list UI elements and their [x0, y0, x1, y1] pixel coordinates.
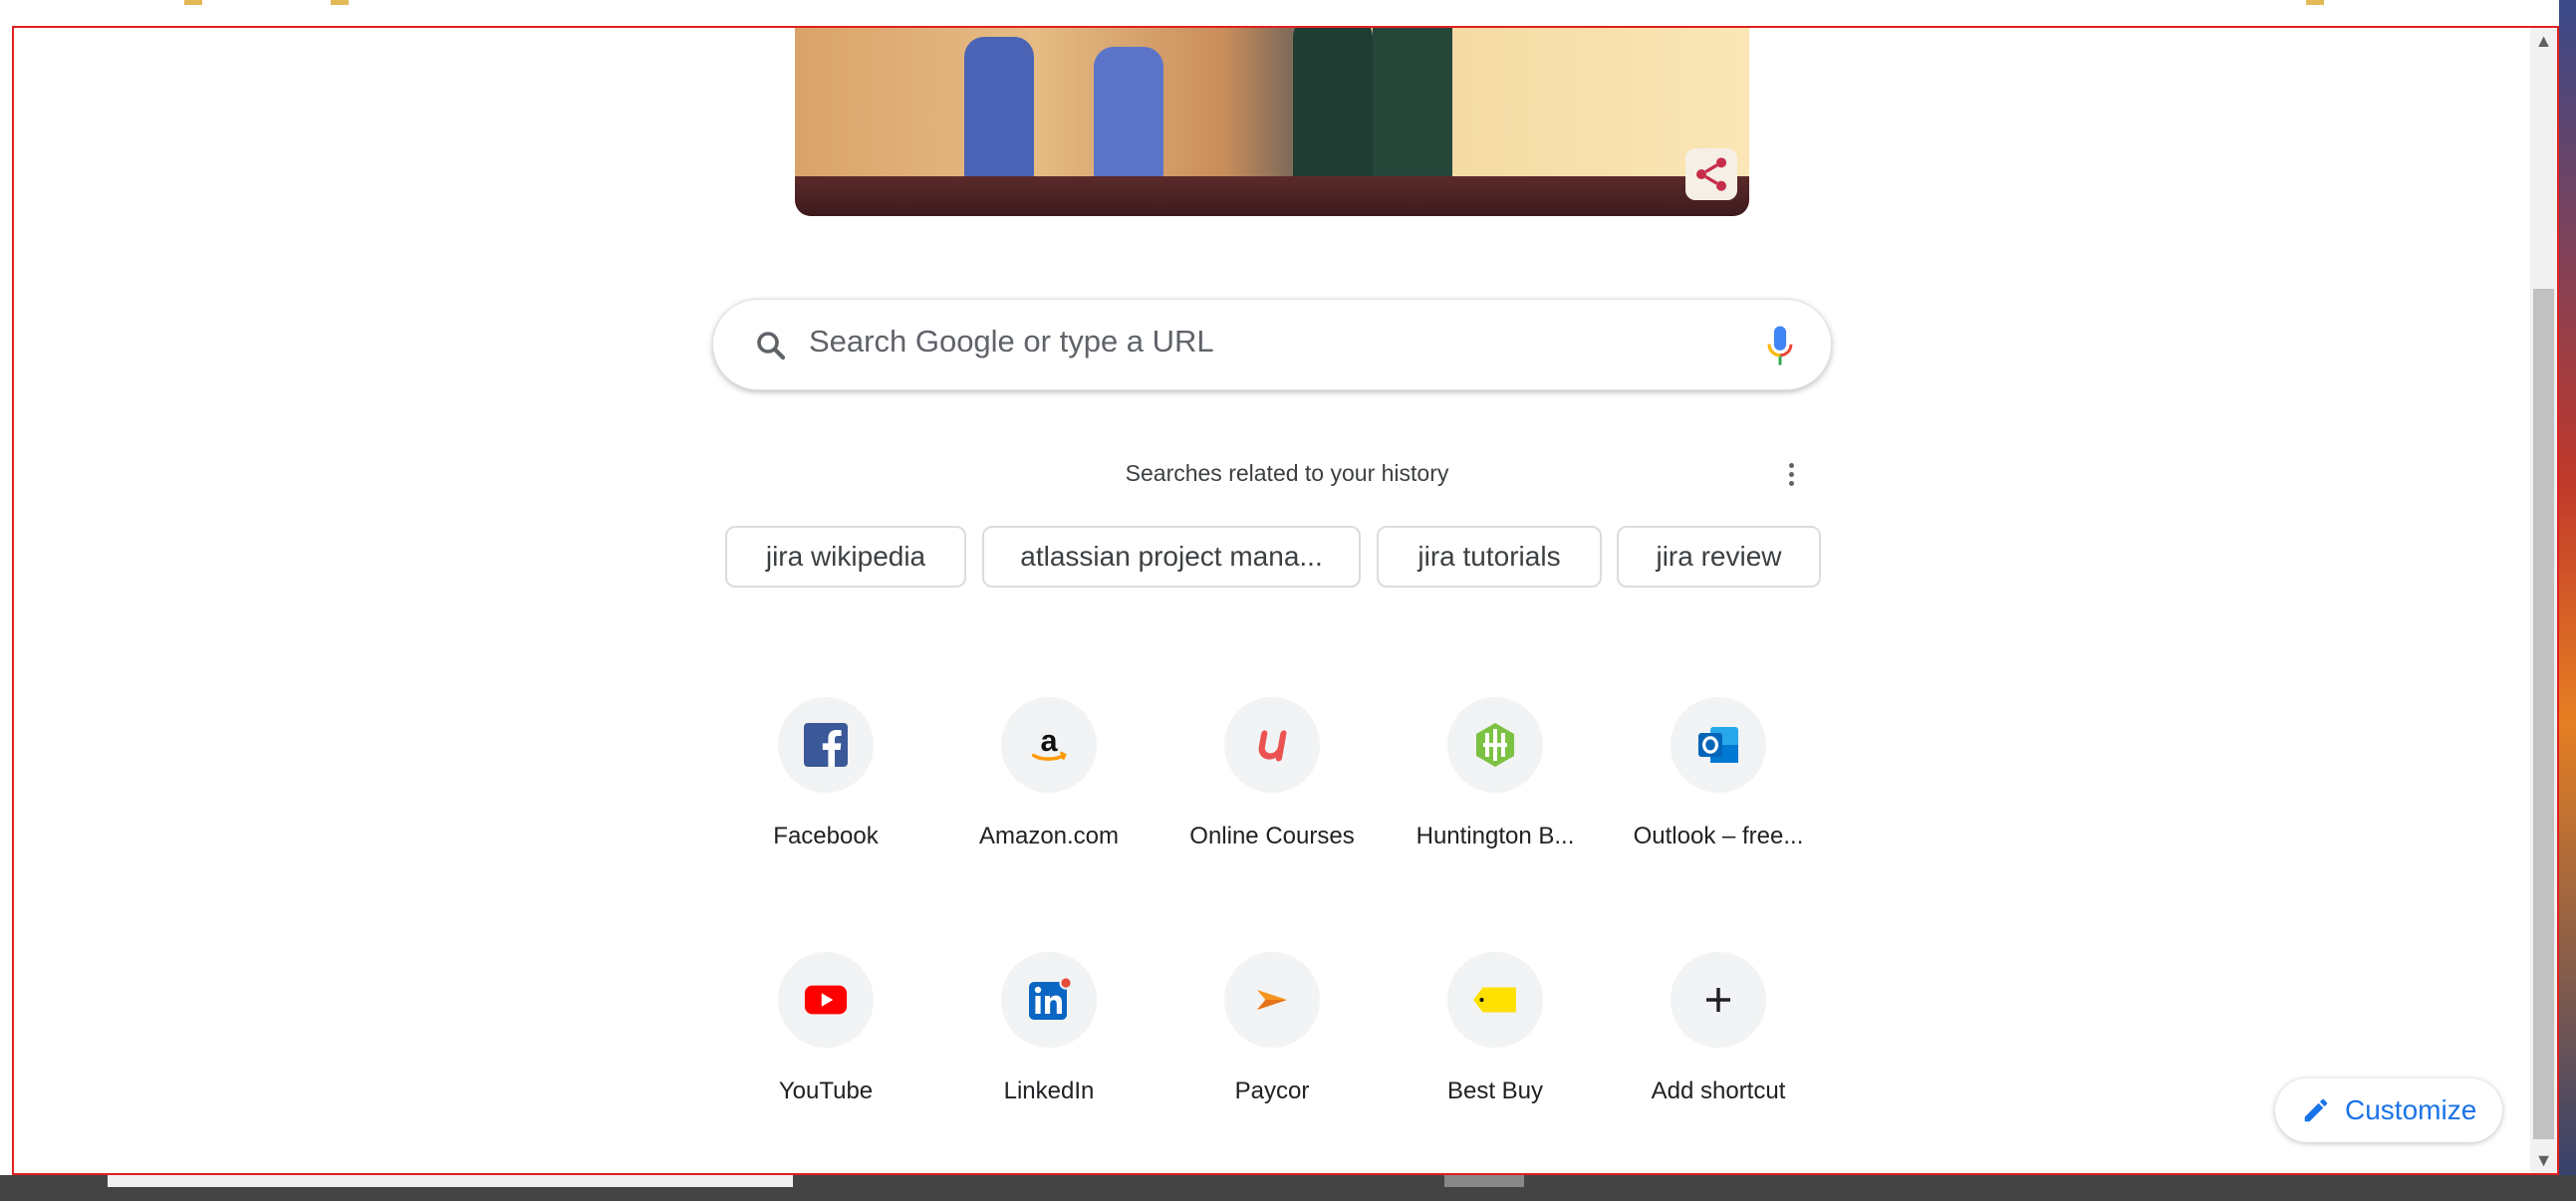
shortcut-paycor[interactable]: Paycor	[1182, 952, 1362, 1171]
scroll-thumb[interactable]	[2533, 289, 2554, 1139]
shortcut-online-courses[interactable]: Online Courses	[1182, 697, 1362, 916]
amazon-icon: a	[1031, 724, 1067, 761]
shortcut-label: Facebook	[773, 823, 879, 849]
share-icon	[1696, 157, 1726, 191]
related-chip[interactable]: atlassian project mana...	[982, 526, 1361, 588]
outlook-icon	[1698, 727, 1738, 763]
shortcut-label: Best Buy	[1446, 1078, 1544, 1104]
related-chip[interactable]: jira tutorials	[1377, 526, 1602, 588]
add-shortcut-button[interactable]: Add shortcut	[1629, 952, 1808, 1171]
shortcut-label: Outlook – free...	[1633, 823, 1804, 849]
search-input[interactable]: Search Google or type a URL	[809, 324, 1214, 360]
related-chip[interactable]: jira wikipedia	[725, 526, 966, 588]
pencil-icon	[2304, 1098, 2328, 1122]
shortcut-amazon[interactable]: a Amazon.com	[959, 697, 1139, 916]
shortcut-huntington[interactable]: Huntington B...	[1406, 697, 1585, 916]
shortcut-label: YouTube	[778, 1078, 874, 1104]
plus-icon	[1706, 988, 1730, 1012]
customize-label: Customize	[2345, 1094, 2477, 1125]
youtube-icon	[804, 985, 848, 1015]
related-searches-title: Searches related to your history	[1125, 460, 1449, 486]
shortcut-facebook[interactable]: Facebook	[736, 697, 915, 916]
scroll-up-arrow-icon[interactable]: ▲	[2530, 28, 2557, 54]
huntington-icon	[1476, 723, 1514, 767]
shortcut-label: Amazon.com	[978, 823, 1120, 849]
share-doodle-button[interactable]	[1685, 148, 1737, 200]
svg-text:a: a	[1040, 724, 1058, 758]
customize-button[interactable]: Customize	[2275, 1079, 2502, 1142]
google-doodle[interactable]	[795, 28, 1749, 216]
shortcut-linkedin[interactable]: LinkedIn	[959, 952, 1139, 1171]
search-icon	[757, 332, 786, 360]
shortcut-best-buy[interactable]: Best Buy	[1406, 952, 1585, 1171]
shortcut-label: Add shortcut	[1651, 1078, 1786, 1104]
taskbar-strip	[0, 1175, 2576, 1201]
linkedin-icon	[1029, 976, 1073, 1020]
paycor-icon	[1257, 990, 1287, 1010]
search-box[interactable]: Search Google or type a URL	[712, 299, 1832, 390]
shortcut-label: Online Courses	[1189, 823, 1355, 849]
desktop-background-edge	[2559, 0, 2576, 1201]
shortcut-youtube[interactable]: YouTube	[736, 952, 915, 1171]
vertical-scrollbar[interactable]: ▲ ▼	[2530, 28, 2557, 1173]
microphone-icon[interactable]	[1765, 324, 1795, 367]
new-tab-page: Search Google or type a URL Searches rel…	[12, 26, 2559, 1175]
shortcut-label: LinkedIn	[1003, 1078, 1095, 1104]
bestbuy-icon	[1473, 987, 1516, 1013]
udemy-icon	[1258, 730, 1287, 762]
scroll-down-arrow-icon[interactable]: ▼	[2530, 1147, 2557, 1173]
shortcut-label: Paycor	[1234, 1078, 1310, 1104]
top-window-strip	[0, 0, 2576, 26]
shortcut-label: Huntington B...	[1416, 823, 1575, 849]
facebook-icon	[804, 723, 848, 767]
shortcut-outlook[interactable]: Outlook – free...	[1629, 697, 1808, 916]
related-chip[interactable]: jira review	[1617, 526, 1821, 588]
more-options-icon[interactable]	[1776, 454, 1806, 494]
